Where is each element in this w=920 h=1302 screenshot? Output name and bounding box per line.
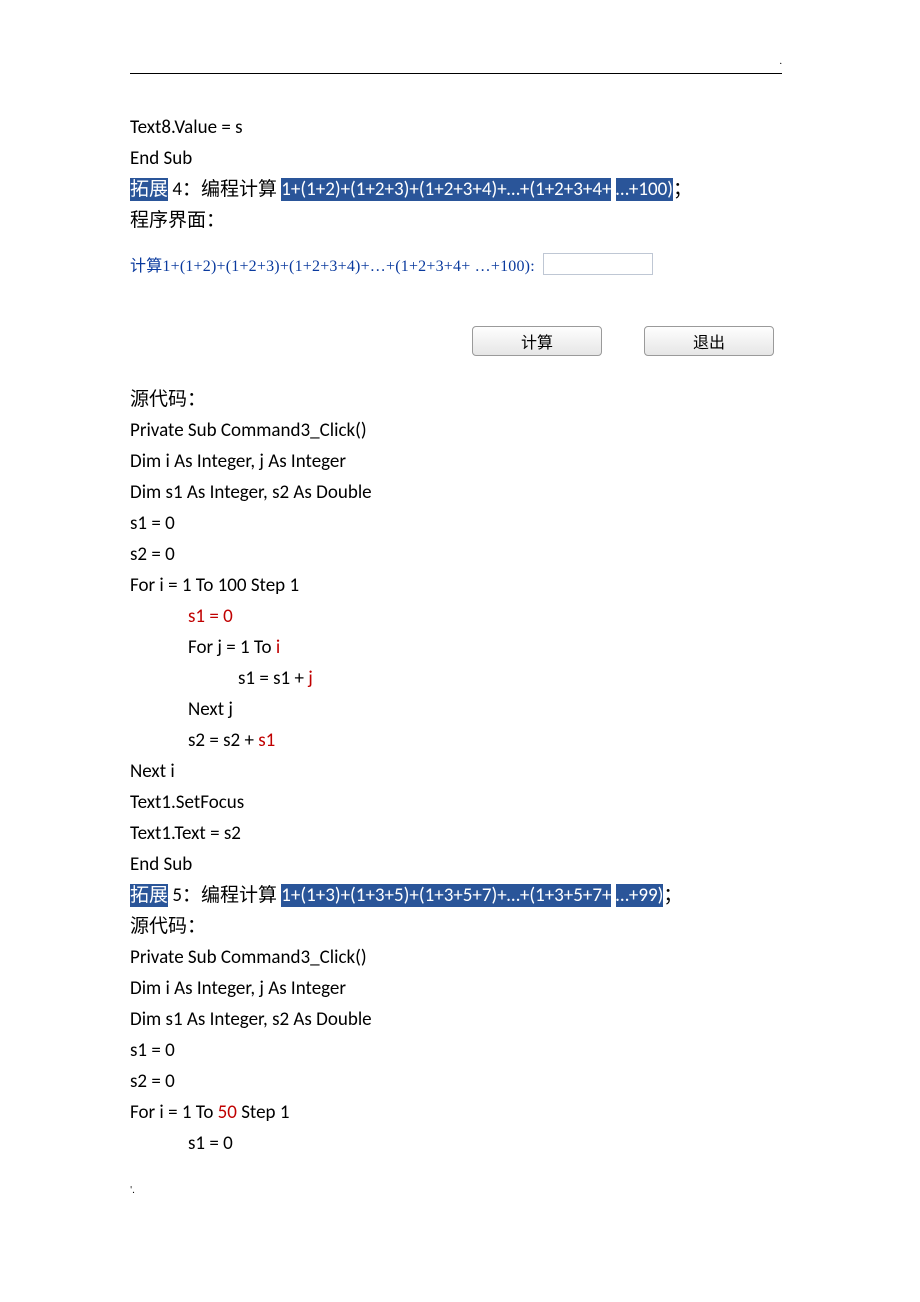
heading-suffix: ；: [663, 884, 682, 907]
code-line: s1 = 0: [130, 1128, 790, 1159]
section4-heading: 拓展 4：编程计算 1+(1+2)+(1+2+3)+(1+2+3+4)+…+(1…: [130, 174, 790, 205]
program-ui-mock: 计算1+(1+2)+(1+2+3)+(1+2+3+4)+…+(1+2+3+4+ …: [130, 236, 790, 384]
code-line: s1 = 0: [130, 508, 790, 539]
source-title-4: 源代码：: [130, 384, 790, 415]
section5-heading: 拓展 5：编程计算 1+(1+3)+(1+3+5)+(1+3+5+7)+…+(1…: [130, 880, 790, 911]
code-line: For i = 1 To 50 Step 1: [130, 1097, 790, 1128]
source-title-5: 源代码：: [130, 911, 790, 942]
code-line: Text1.SetFocus: [130, 787, 790, 818]
code-line: End Sub: [130, 143, 790, 174]
code-line: s2 = 0: [130, 539, 790, 570]
code-line: For i = 1 To 100 Step 1: [130, 570, 790, 601]
highlight-tail: …+99): [616, 884, 664, 907]
source-code-5: Private Sub Command3_Click() Dim i As In…: [130, 942, 790, 1159]
highlight-expr: 1+(1+2)+(1+2+3)+(1+2+3+4)+…+(1+2+3+4+: [281, 178, 611, 201]
footer-marker: '.: [130, 1183, 790, 1196]
code-line: Private Sub Command3_Click(): [130, 415, 790, 446]
calculate-button[interactable]: 计算: [472, 326, 602, 356]
code-line: s2 = s2 + s1: [130, 725, 790, 756]
ui-row-label-input: 计算1+(1+2)+(1+2+3)+(1+2+3+4)+…+(1+2+3+4+ …: [130, 252, 790, 276]
code-top-block: Text8.Value = s End Sub: [130, 112, 790, 174]
code-line: Dim s1 As Integer, s2 As Double: [130, 1004, 790, 1035]
highlight-prefix: 拓展: [130, 884, 168, 907]
header-rule: [130, 73, 782, 74]
code-line: Next j: [130, 694, 790, 725]
code-line: Text8.Value = s: [130, 112, 790, 143]
document-page: . Text8.Value = s End Sub 拓展 4：编程计算 1+(1…: [0, 0, 920, 1236]
code-line: s1 = s1 + j: [130, 663, 790, 694]
highlight-expr: 1+(1+3)+(1+3+5)+(1+3+5+7)+…+(1+3+5+7+: [281, 884, 611, 907]
heading-text: 4：编程计算: [172, 178, 277, 201]
code-line: Private Sub Command3_Click(): [130, 942, 790, 973]
heading-text: 5：编程计算: [172, 884, 277, 907]
ui-row-buttons: 计算 退出: [130, 326, 790, 356]
header-marker: .: [130, 54, 782, 67]
code-line: s2 = 0: [130, 1066, 790, 1097]
source-code-4: Private Sub Command3_Click() Dim i As In…: [130, 415, 790, 880]
code-line: Dim i As Integer, j As Integer: [130, 446, 790, 477]
code-line: Text1.Text = s2: [130, 818, 790, 849]
code-line: End Sub: [130, 849, 790, 880]
heading-suffix: ；: [673, 178, 692, 201]
code-line-red: s1 = 0: [130, 601, 790, 632]
result-input[interactable]: [543, 253, 653, 275]
code-line: Next i: [130, 756, 790, 787]
highlight-tail: …+100): [616, 178, 673, 201]
ui-title: 程序界面：: [130, 205, 790, 236]
code-line: For j = 1 To i: [130, 632, 790, 663]
ui-formula-label: 计算1+(1+2)+(1+2+3)+(1+2+3+4)+…+(1+2+3+4+ …: [130, 252, 535, 276]
highlight-prefix: 拓展: [130, 178, 168, 201]
code-line: Dim s1 As Integer, s2 As Double: [130, 477, 790, 508]
code-line: s1 = 0: [130, 1035, 790, 1066]
exit-button[interactable]: 退出: [644, 326, 774, 356]
code-line: Dim i As Integer, j As Integer: [130, 973, 790, 1004]
